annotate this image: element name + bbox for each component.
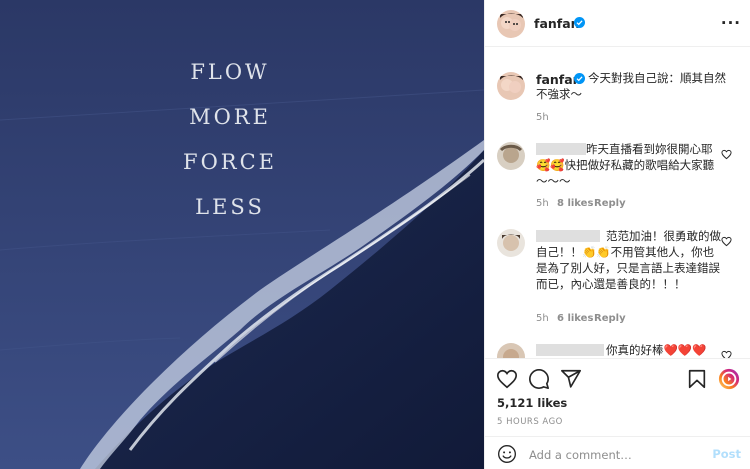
comment-time[interactable]: 5h <box>536 313 549 324</box>
add-comment-row: Post <box>485 436 750 469</box>
comment-text: 昨天直播看到妳很開心耶 🥰🥰快把做好私藏的歌唱給大家聽～～～ <box>536 142 715 188</box>
avatar-image <box>497 10 525 38</box>
comment-text: 你真的好棒❤️❤️❤️ <box>606 343 707 357</box>
avatar-image <box>497 343 525 358</box>
verified-badge-icon <box>574 17 585 28</box>
comment-likes[interactable]: 6 likes <box>557 313 593 324</box>
heart-icon[interactable] <box>496 368 518 390</box>
commenter-avatar[interactable] <box>497 142 525 170</box>
caption-text: 今天對我自己說：順其自然不強求～ <box>536 71 726 101</box>
commenter-avatar[interactable] <box>497 229 525 257</box>
like-comment-heart-icon[interactable] <box>721 149 732 160</box>
bookmark-icon[interactable] <box>686 368 708 390</box>
add-comment-input[interactable] <box>529 446 699 464</box>
reels-badge-icon[interactable] <box>718 368 740 390</box>
author-username[interactable]: fanfan <box>534 16 580 31</box>
post-timestamp[interactable]: 5 HOURS AGO <box>497 417 563 427</box>
likes-count[interactable]: 5,121 likes <box>497 396 567 410</box>
more-options-icon[interactable]: ··· <box>721 14 741 32</box>
avatar-image <box>497 229 525 257</box>
like-comment-heart-icon[interactable] <box>721 350 732 358</box>
caption-time[interactable]: 5h <box>536 112 549 123</box>
author-avatar[interactable] <box>497 72 525 100</box>
quote-line: LESS <box>195 195 265 219</box>
post-header: fanfan ··· <box>485 0 750 47</box>
emoji-icon[interactable] <box>497 444 517 464</box>
author-avatar[interactable] <box>497 10 525 38</box>
avatar-image <box>497 72 525 100</box>
quote-line: FLOW <box>190 60 270 84</box>
commenter-avatar[interactable] <box>497 343 525 358</box>
comment-icon[interactable] <box>528 368 550 390</box>
comments-list: fanfan 今天對我自己說：順其自然不強求～ 5h 昨天直播看到妳很開心耶 🥰… <box>485 48 750 358</box>
quote-line: MORE <box>189 105 271 129</box>
post-actions: 5,121 likes 5 HOURS AGO Post <box>485 358 750 469</box>
comment-text: 范范加油！很勇敢的做自己！！👏👏不用管其他人，你也是為了別人好，只是言語上表達錯… <box>536 229 721 291</box>
like-comment-heart-icon[interactable] <box>721 236 732 247</box>
post-comment-button[interactable]: Post <box>712 447 741 461</box>
comment-time[interactable]: 5h <box>536 198 549 209</box>
quote-line: FORCE <box>183 150 277 174</box>
post-image[interactable]: FLOW MORE FORCE LESS <box>0 0 484 469</box>
comment-likes[interactable]: 8 likes <box>557 198 593 209</box>
reply-button[interactable]: Reply <box>594 313 626 324</box>
post-sidebar: fanfan ··· fanfan 今天對我自己說：順其自然不強求～ 5h 昨天… <box>484 0 750 469</box>
share-icon[interactable] <box>560 368 582 390</box>
reply-button[interactable]: Reply <box>594 198 626 209</box>
avatar-image <box>497 142 525 170</box>
